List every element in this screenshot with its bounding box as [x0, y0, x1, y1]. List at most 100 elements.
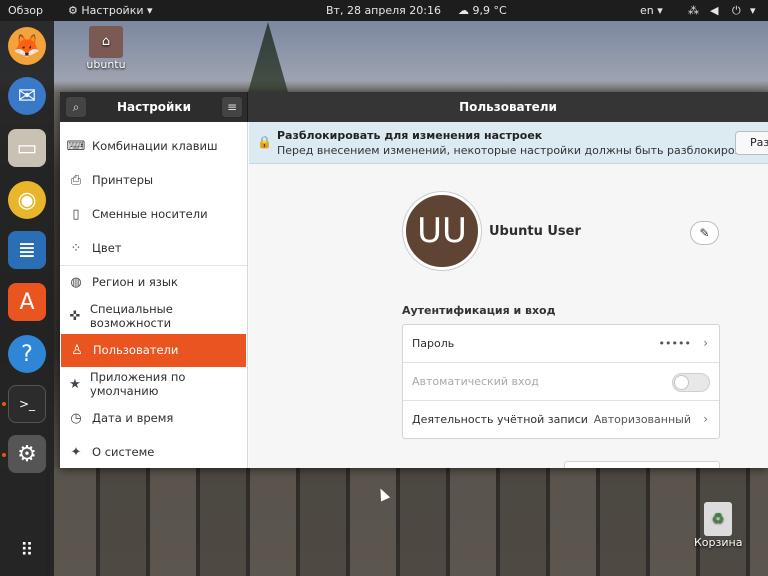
- auth-section-title: Аутентификация и вход: [402, 304, 556, 317]
- sidebar: ⌨ Комбинации клавиш ⎙ Принтеры ▯ Сменные…: [60, 122, 248, 468]
- home-folder-icon: ⌂: [89, 26, 123, 58]
- settings-window: ⌕ Настройки ≡ Пользователи ⌨ Комбинации …: [60, 92, 768, 468]
- sidebar-item-region-language[interactable]: ◍ Регион и язык: [60, 266, 247, 299]
- weather-indicator[interactable]: ☁ 9,9 °C: [458, 0, 507, 21]
- user-icon: ♙: [71, 342, 83, 358]
- clock-icon: ◷: [70, 410, 82, 426]
- account-activity-value: Авторизованный: [593, 413, 691, 426]
- accessibility-icon: ✜: [69, 308, 81, 324]
- content-headerbar: Пользователи: [248, 92, 768, 122]
- rhythmbox-icon[interactable]: ◉: [8, 181, 46, 219]
- sidebar-item-label: Специальные возможности: [90, 302, 173, 330]
- sidebar-item-color[interactable]: ⁘ Цвет: [60, 232, 247, 265]
- sidebar-item-printers[interactable]: ⎙ Принтеры: [60, 164, 247, 197]
- top-bar: Обзор ⚙ Настройки ▾ Вт, 28 апреля 20:16 …: [0, 0, 768, 21]
- sidebar-item-default-apps[interactable]: ★ Приложения по умолчанию: [60, 368, 247, 401]
- clock[interactable]: Вт, 28 апреля 20:16: [326, 0, 441, 21]
- sidebar-item-label: Принтеры: [92, 173, 154, 187]
- pencil-icon: ✎: [699, 226, 710, 240]
- hamburger-icon: ≡: [226, 100, 238, 114]
- activities-button[interactable]: Обзор: [8, 0, 43, 21]
- weather-icon: ☁: [458, 4, 469, 17]
- sidebar-item-label: Приложения по умолчанию: [90, 370, 186, 398]
- software-center-icon[interactable]: A: [8, 283, 46, 321]
- printer-icon: ⎙: [70, 172, 82, 188]
- weather-label: 9,9 °C: [472, 4, 507, 17]
- autologin-row: Автоматический вход: [403, 363, 719, 401]
- account-activity-row[interactable]: Деятельность учётной записи Авторизованн…: [403, 401, 719, 439]
- running-indicator: [2, 402, 6, 406]
- unlock-banner: 🔒 Разблокировать для изменения настроек …: [249, 122, 768, 164]
- globe-icon: ◍: [70, 274, 82, 290]
- password-row[interactable]: Пароль ••••• ›: [403, 325, 719, 363]
- menu-button[interactable]: ≡: [221, 96, 243, 118]
- chevron-down-icon: ▾: [147, 4, 153, 17]
- gear-icon: ⚙: [68, 4, 78, 17]
- home-folder-label: ubuntu: [86, 58, 126, 71]
- password-value: •••••: [658, 337, 691, 350]
- unlock-button[interactable]: Раз: [735, 131, 768, 155]
- firefox-icon[interactable]: 🦊: [8, 27, 46, 65]
- thunderbird-icon[interactable]: ✉: [8, 77, 46, 115]
- volume-icon[interactable]: ◀: [710, 0, 718, 21]
- chevron-right-icon: ›: [703, 412, 708, 426]
- autologin-label: Автоматический вход: [412, 375, 539, 388]
- unlock-banner-title: Разблокировать для изменения настроек: [277, 129, 543, 142]
- star-icon: ★: [69, 376, 81, 392]
- desktop-trash[interactable]: ♻ Корзина: [694, 502, 742, 549]
- sidebar-item-label: О системе: [92, 445, 155, 459]
- running-indicator: [2, 453, 6, 457]
- wallpaper-bridge: [0, 468, 768, 576]
- account-activity-label: Деятельность учётной записи: [412, 413, 588, 426]
- color-icon: ⁘: [70, 240, 82, 256]
- sidebar-item-accessibility[interactable]: ✜ Специальные возможности: [60, 300, 247, 333]
- autologin-toggle[interactable]: [672, 373, 710, 392]
- language-indicator[interactable]: en ▾: [640, 0, 663, 21]
- sidebar-item-users[interactable]: ♙ Пользователи: [61, 334, 246, 367]
- app-menu-label: Настройки: [81, 4, 144, 17]
- settings-icon[interactable]: ⚙: [8, 435, 46, 473]
- files-icon[interactable]: ▭: [8, 129, 46, 167]
- desktop-home-folder[interactable]: ⌂ ubuntu: [84, 26, 128, 71]
- language-label: en: [640, 4, 654, 17]
- chevron-down-icon[interactable]: ▾: [750, 0, 756, 21]
- sidebar-item-date-time[interactable]: ◷ Дата и время: [60, 402, 247, 435]
- auth-list: Пароль ••••• › Автоматический вход Деяте…: [402, 324, 720, 439]
- sidebar-item-removable-media[interactable]: ▯ Сменные носители: [60, 198, 247, 231]
- sparkle-icon: ✦: [70, 444, 82, 460]
- password-label: Пароль: [412, 337, 455, 350]
- sidebar-headerbar: ⌕ Настройки ≡: [60, 92, 248, 122]
- help-icon[interactable]: ?: [8, 335, 46, 373]
- sidebar-item-keyboard-shortcuts[interactable]: ⌨ Комбинации клавиш: [60, 130, 247, 163]
- sidebar-item-label: Сменные носители: [92, 207, 208, 221]
- unlock-banner-subtitle: Перед внесением изменений, некоторые нас…: [277, 144, 764, 157]
- sidebar-item-label: Регион и язык: [92, 275, 178, 289]
- terminal-icon[interactable]: >_: [8, 385, 46, 423]
- keyboard-icon: ⌨: [66, 138, 86, 154]
- sidebar-title: Настройки: [116, 100, 191, 114]
- app-menu[interactable]: ⚙ Настройки ▾: [68, 0, 153, 21]
- page-title: Пользователи: [459, 100, 557, 114]
- power-icon[interactable]: ⏻: [732, 0, 741, 21]
- sidebar-item-about[interactable]: ✦ О системе: [60, 436, 247, 469]
- toggle-knob: [674, 375, 689, 390]
- edit-name-button[interactable]: ✎: [690, 221, 719, 245]
- avatar[interactable]: UU: [403, 192, 481, 270]
- chevron-right-icon: ›: [703, 336, 708, 350]
- sidebar-item-label: Комбинации клавиш: [92, 139, 218, 153]
- chevron-down-icon: ▾: [657, 4, 663, 17]
- dock: 🦊 ✉ ▭ ◉ ≣ A ? >_ ⚙ ⠿: [0, 21, 54, 576]
- libreoffice-writer-icon[interactable]: ≣: [8, 231, 46, 269]
- removable-media-icon: ▯: [72, 206, 80, 222]
- remove-user-button[interactable]: [564, 461, 720, 468]
- wallpaper-tree: [248, 22, 288, 92]
- trash-icon: ♻: [704, 502, 732, 536]
- lock-icon: 🔒: [257, 135, 272, 149]
- users-panel: 🔒 Разблокировать для изменения настроек …: [249, 122, 768, 468]
- user-name: Ubuntu User: [489, 224, 581, 239]
- sidebar-item-label: Цвет: [92, 241, 122, 255]
- show-applications-icon[interactable]: ⠿: [8, 531, 46, 569]
- trash-label: Корзина: [694, 536, 743, 549]
- sidebar-item-label: Пользователи: [93, 343, 179, 357]
- network-icon[interactable]: ⁂: [688, 0, 699, 21]
